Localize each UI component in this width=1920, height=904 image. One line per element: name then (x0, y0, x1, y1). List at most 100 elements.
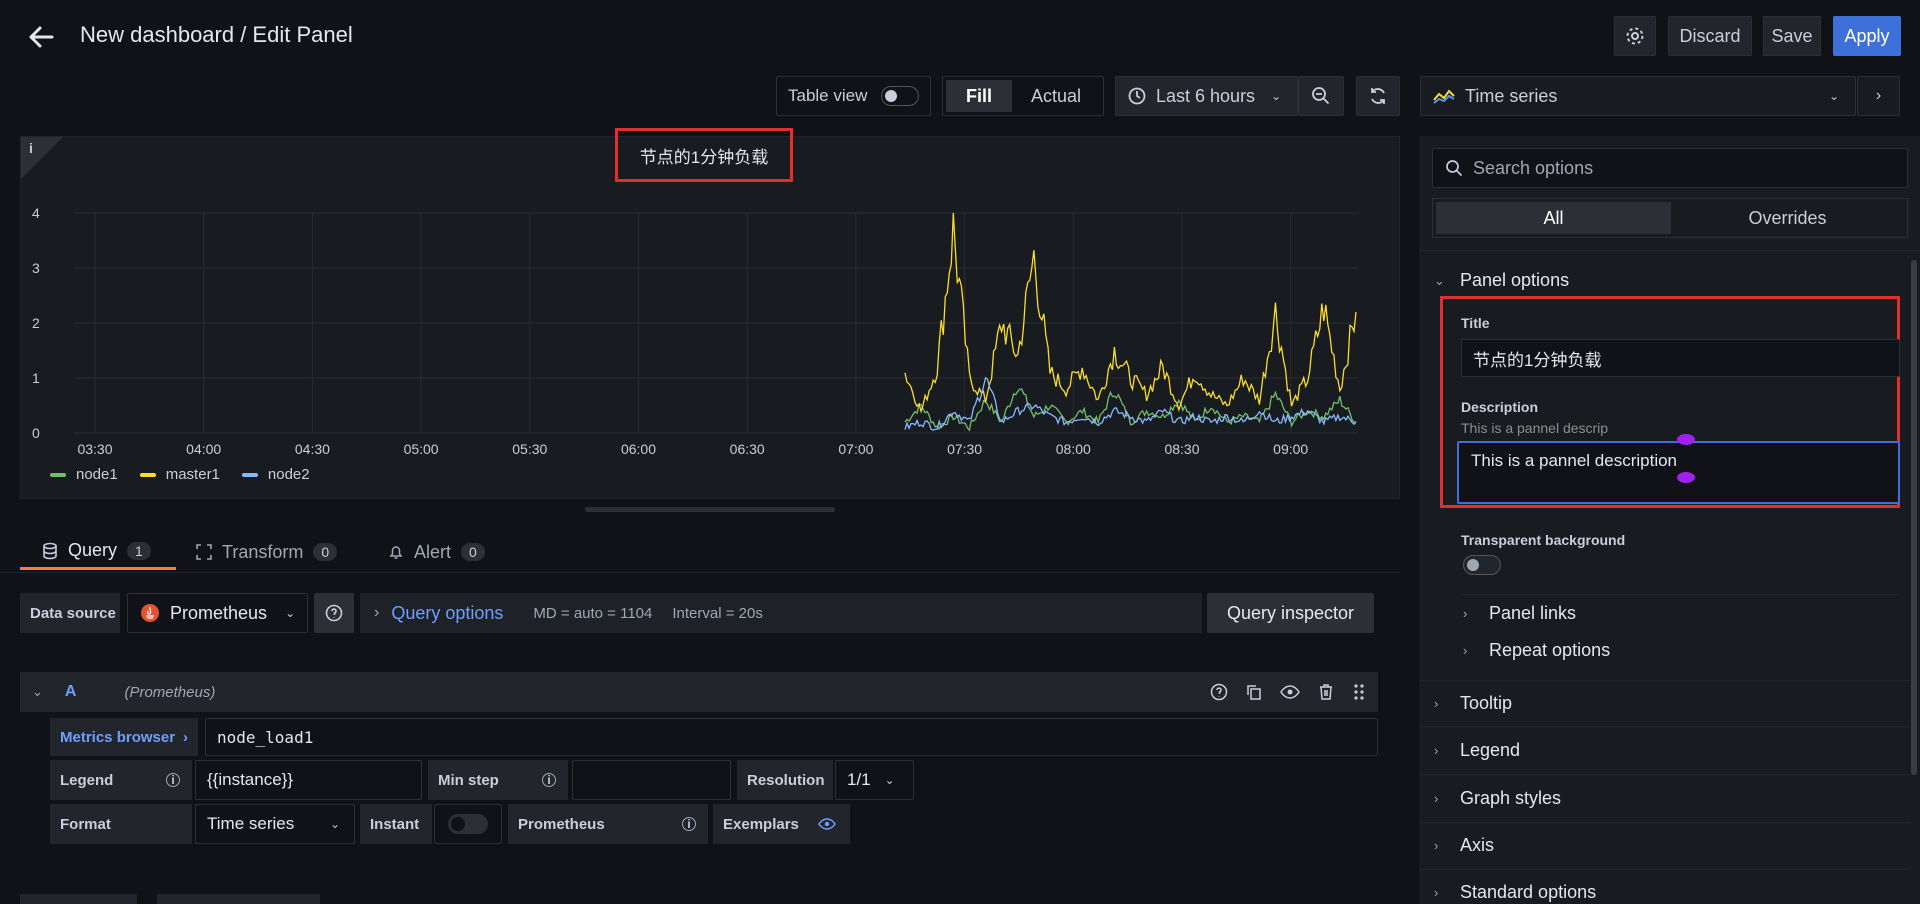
panel-options-header[interactable]: ⌄ Panel options (1434, 270, 1569, 291)
legend-input[interactable]: {{instance}} (195, 760, 422, 800)
eye-icon[interactable] (818, 817, 836, 831)
eye-icon[interactable] (1280, 683, 1300, 701)
tab-transform-count: 0 (313, 543, 338, 561)
collapse-query-icon[interactable]: ⌄ (32, 684, 43, 700)
apply-button[interactable]: Apply (1833, 16, 1901, 56)
legend-label: Legend i (50, 760, 192, 800)
table-view-label: Table view (788, 86, 868, 105)
transparent-background-switch[interactable] (1463, 555, 1501, 575)
data-source-help-button[interactable] (314, 593, 354, 633)
options-tab-group: All Overrides (1432, 198, 1908, 238)
actual-button[interactable]: Actual (1012, 80, 1100, 112)
options-tab-all[interactable]: All (1436, 202, 1671, 234)
x-tick-label: 08:00 (1056, 441, 1091, 457)
add-query-button[interactable] (20, 894, 137, 904)
tab-query-label: Query (68, 540, 118, 560)
instant-switch[interactable] (448, 814, 488, 834)
search-icon (1446, 160, 1463, 177)
chart-legend: node1 master1 node2 (50, 466, 310, 483)
save-button[interactable]: Save (1763, 16, 1821, 56)
instant-toggle-box[interactable] (434, 804, 502, 844)
visualization-picker[interactable]: Time series ⌄ (1420, 76, 1856, 116)
query-row-header: ⌄ A (Prometheus) (20, 672, 1378, 712)
time-range-picker[interactable]: Last 6 hours ⌄ (1115, 76, 1298, 116)
standard-options-section-header[interactable]: › Standard options (1434, 882, 1596, 903)
zoom-out-button[interactable] (1298, 76, 1344, 116)
refresh-button[interactable] (1356, 76, 1400, 116)
tab-alert-count: 0 (461, 543, 485, 561)
query-ref-id[interactable]: A (65, 683, 77, 701)
trash-icon[interactable] (1317, 683, 1335, 701)
resolution-select[interactable]: 1/1 ⌄ (835, 760, 914, 800)
panel-resize-handle[interactable] (585, 507, 835, 512)
legend-section-header[interactable]: › Legend (1434, 740, 1520, 761)
tab-alert[interactable]: Alert 0 (388, 534, 485, 570)
legend-item-node2[interactable]: node2 (241, 466, 310, 483)
legend-item-master1[interactable]: master1 (139, 466, 220, 483)
query-inspector-button[interactable]: Query inspector (1207, 593, 1374, 633)
prometheus-type-text: Prometheus (518, 815, 605, 833)
legend-label: master1 (165, 466, 220, 483)
x-tick-label: 06:30 (730, 441, 765, 457)
section-divider (1420, 822, 1910, 823)
x-tick-label: 07:30 (947, 441, 982, 457)
cursor-marker-top (1677, 434, 1695, 445)
duplicate-icon[interactable] (1245, 683, 1263, 701)
collapse-options-button[interactable]: › (1857, 76, 1900, 116)
info-icon: i (166, 773, 180, 787)
legend-label-text: Legend (60, 771, 114, 789)
title-input-value: 节点的1分钟负载 (1473, 350, 1602, 370)
legend-swatch (50, 472, 66, 477)
bell-icon (389, 546, 403, 559)
format-select[interactable]: Time series ⌄ (195, 804, 355, 844)
min-step-label-text: Min step (438, 771, 499, 789)
chevron-down-icon: ⌄ (884, 773, 895, 787)
panel-options-label: Panel options (1460, 270, 1570, 290)
chevron-right-icon: › (374, 604, 380, 621)
legend-item-node1[interactable]: node1 (50, 466, 118, 483)
query-expression-value: node_load1 (217, 727, 314, 747)
chevron-down-icon: ⌄ (1271, 89, 1282, 103)
options-divider (1420, 250, 1920, 251)
tab-transform[interactable]: Transform 0 (196, 534, 338, 570)
repeat-options-header[interactable]: › Repeat options (1463, 640, 1610, 661)
options-scrollbar[interactable] (1911, 260, 1917, 775)
back-arrow-icon[interactable] (26, 22, 56, 52)
axis-section-header[interactable]: › Axis (1434, 835, 1494, 856)
query-options-bar[interactable]: › Query options MD = auto = 1104 Interva… (360, 593, 1202, 633)
table-view-switch[interactable] (881, 86, 920, 106)
query-options-label: Query options (391, 602, 504, 623)
x-tick-label: 05:30 (512, 441, 547, 457)
expression-button[interactable] (157, 894, 320, 904)
drag-handle-icon[interactable] (1352, 683, 1366, 701)
description-textarea[interactable]: This is a pannel description (1457, 441, 1900, 504)
tooltip-section-label: Tooltip (1460, 693, 1513, 713)
discard-button[interactable]: Discard (1668, 16, 1752, 56)
panel-links-header[interactable]: › Panel links (1463, 603, 1576, 624)
options-tab-overrides[interactable]: Overrides (1671, 202, 1904, 234)
panel-info-corner[interactable] (21, 137, 63, 179)
settings-button[interactable] (1614, 16, 1656, 56)
table-view-toggle[interactable]: Table view (776, 76, 931, 116)
chevron-right-icon: › (1434, 743, 1439, 758)
tab-query-count: 1 (127, 541, 151, 560)
panel-links-label: Panel links (1489, 603, 1577, 623)
panel-links-divider (1461, 594, 1899, 595)
title-input[interactable]: 节点的1分钟负载 (1461, 339, 1900, 377)
interval-info: Interval = 20s (672, 604, 763, 622)
query-ref-source: (Prometheus) (124, 683, 216, 701)
graph-styles-section-header[interactable]: › Graph styles (1434, 788, 1561, 809)
data-source-select[interactable]: Prometheus ⌄ (127, 593, 308, 633)
tooltip-section-header[interactable]: › Tooltip (1434, 693, 1512, 714)
min-step-input[interactable] (572, 760, 731, 800)
query-expression-input[interactable]: node_load1 (205, 718, 1378, 756)
data-source-value: Prometheus (170, 602, 268, 623)
question-icon[interactable] (1210, 683, 1228, 701)
y-tick-label: 0 (32, 425, 40, 441)
tab-query[interactable]: Query 1 (20, 534, 176, 570)
search-options-input[interactable]: Search options (1432, 148, 1908, 188)
metrics-browser-button[interactable]: Metrics browser › (50, 718, 198, 756)
min-step-label: Min step i (428, 760, 568, 800)
fill-button[interactable]: Fill (946, 80, 1012, 112)
section-divider (1420, 774, 1910, 775)
